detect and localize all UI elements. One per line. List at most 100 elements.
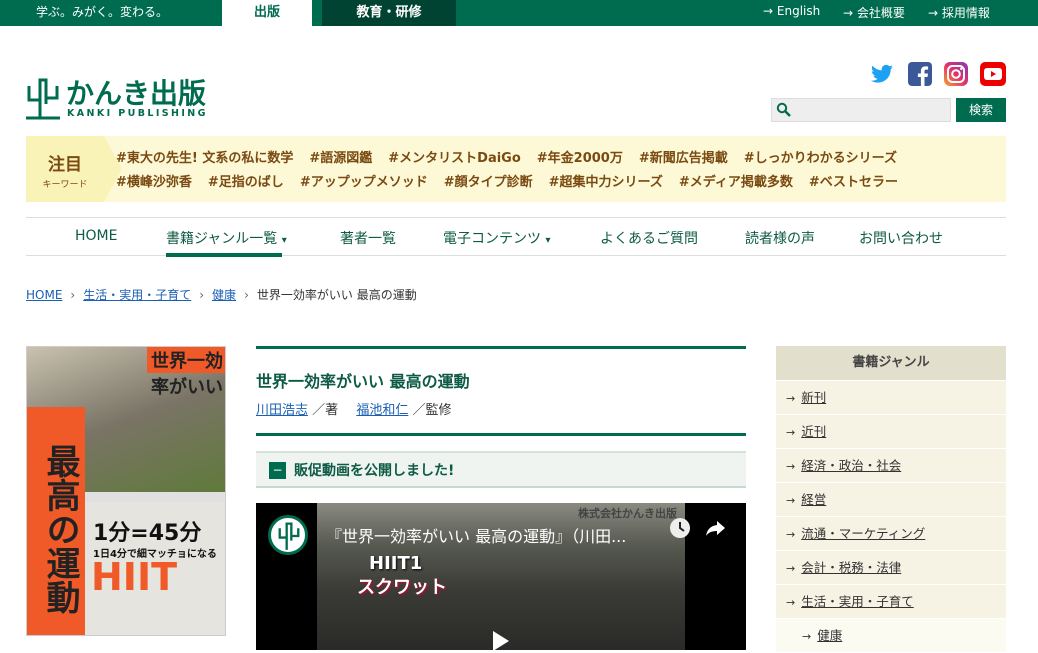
- sidebar-link[interactable]: 生活・実用・子育て: [801, 594, 914, 609]
- keyword-link[interactable]: #アップップメソッド: [300, 175, 428, 190]
- watch-later-icon[interactable]: [669, 517, 691, 539]
- tab-publishing[interactable]: 出版: [222, 0, 312, 26]
- sidebar-link[interactable]: 新刊: [801, 390, 826, 405]
- author-link[interactable]: 川田浩志: [256, 403, 308, 418]
- tagline: 学ぶ。みがく。変わる。: [36, 5, 169, 19]
- arrow-icon: →: [786, 392, 796, 405]
- sidebar-item[interactable]: → 経営: [776, 482, 1006, 516]
- cactus-logo-icon: [278, 522, 300, 550]
- play-icon[interactable]: [491, 631, 511, 650]
- link-label: English: [776, 4, 821, 18]
- breadcrumb-subcategory[interactable]: 健康: [212, 288, 236, 302]
- cover-headline: 1分=45分: [93, 521, 202, 546]
- arrow-icon: →: [786, 562, 796, 575]
- share-icon[interactable]: [704, 517, 726, 539]
- collapse-icon[interactable]: −: [269, 462, 286, 479]
- sidebar-item[interactable]: → 新刊: [776, 380, 1006, 414]
- link-recruit[interactable]: → 採用情報: [928, 4, 990, 21]
- sidebar-item[interactable]: → 近刊: [776, 414, 1006, 448]
- twitter-icon[interactable]: [870, 62, 894, 86]
- link-company[interactable]: → 会社概要: [843, 4, 905, 21]
- search-field[interactable]: [771, 98, 951, 122]
- search-icon: [776, 102, 791, 117]
- sidebar-link[interactable]: 会計・税務・法律: [801, 560, 901, 575]
- nav-active-indicator: [166, 253, 282, 257]
- video-caption-1: HIIT1: [369, 553, 423, 574]
- keyword-label-sub: キーワード: [42, 180, 88, 190]
- keyword-link[interactable]: #年金2000万: [537, 151, 623, 166]
- breadcrumb-home[interactable]: HOME: [26, 288, 62, 302]
- arrow-icon: →: [786, 426, 796, 439]
- supervisor-role: ／監修: [412, 403, 452, 418]
- channel-avatar[interactable]: [268, 515, 308, 555]
- youtube-icon[interactable]: [980, 62, 1006, 86]
- keyword-link[interactable]: #新聞広告掲載: [639, 151, 728, 166]
- chevron-right-icon: ›: [70, 288, 76, 302]
- main-nav: HOME 書籍ジャンル一覧 ▾ 著者一覧 電子コンテンツ ▾ よくあるご質問 読…: [26, 217, 1006, 257]
- keyword-banner: 注目 キーワード #東大の先生! 文系の私に数学 #語源図鑑 #メンタリストDaiG…: [26, 136, 1006, 202]
- tab-education[interactable]: 教育・研修: [322, 0, 456, 26]
- keyword-label: 注目 キーワード: [26, 136, 104, 202]
- promo-accordion[interactable]: − 販促動画を公開しました!: [256, 451, 746, 488]
- keyword-label-title: 注目: [48, 155, 82, 175]
- nav-label: 書籍ジャンル一覧: [166, 231, 278, 247]
- keyword-link[interactable]: #ベストセラー: [809, 175, 898, 190]
- nav-home[interactable]: HOME: [75, 228, 117, 244]
- facebook-icon[interactable]: [908, 62, 932, 86]
- breadcrumb: HOME › 生活・実用・子育て › 健康 › 世界一効率がいい 最高の運動: [26, 286, 417, 303]
- logo[interactable]: かんき出版 KANKI PUBLISHING: [26, 74, 226, 122]
- arrow-icon: →: [786, 596, 796, 609]
- supervisor-link[interactable]: 福池和仁: [356, 403, 408, 418]
- arrow-icon: →: [802, 630, 812, 643]
- sidebar-item[interactable]: → 流通・マーケティング: [776, 516, 1006, 550]
- nav-faq[interactable]: よくあるご質問: [600, 228, 698, 248]
- nav-label: 電子コンテンツ: [443, 231, 541, 247]
- dropdown-icon: ▾: [545, 235, 551, 246]
- instagram-icon[interactable]: [944, 62, 968, 86]
- nav-authors[interactable]: 著者一覧: [340, 228, 396, 248]
- keyword-row-2: #横峰沙弥香 #足指のばし #アップップメソッド #顔タイプ診断 #超集中力シリーズ #メ…: [116, 171, 914, 190]
- search-button[interactable]: 検索: [956, 98, 1006, 122]
- sidebar-link[interactable]: 経済・政治・社会: [801, 458, 901, 473]
- divider: [256, 346, 746, 349]
- nav-voices[interactable]: 読者様の声: [745, 228, 815, 248]
- breadcrumb-category[interactable]: 生活・実用・子育て: [83, 288, 191, 302]
- keyword-link[interactable]: #顔タイプ診断: [444, 175, 533, 190]
- sidebar-item[interactable]: → 経済・政治・社会: [776, 448, 1006, 482]
- cactus-logo-icon: [26, 78, 60, 120]
- brand-sub: KANKI PUBLISHING: [67, 108, 208, 119]
- book-title: 世界一効率がいい 最高の運動: [256, 372, 470, 391]
- sidebar-link[interactable]: 流通・マーケティング: [801, 526, 925, 541]
- sidebar-link[interactable]: 経営: [801, 492, 826, 507]
- divider: [256, 433, 746, 436]
- promo-heading: 販促動画を公開しました!: [294, 463, 455, 479]
- author-role: ／著: [312, 403, 339, 418]
- keyword-link[interactable]: #メディア掲載多数: [679, 175, 793, 190]
- keyword-link[interactable]: #語源図鑑: [309, 151, 372, 166]
- keyword-link[interactable]: #メンタリストDaiGo: [388, 151, 521, 166]
- video-title[interactable]: 『世界一効率がいい 最高の運動』（川田...: [326, 523, 676, 547]
- nav-contact[interactable]: お問い合わせ: [859, 228, 943, 248]
- arrow-icon: →: [786, 494, 796, 507]
- keyword-link[interactable]: #足指のばし: [208, 175, 284, 190]
- keyword-link[interactable]: #しっかりわかるシリーズ: [744, 151, 897, 166]
- link-label: 採用情報: [941, 6, 990, 20]
- nav-genres[interactable]: 書籍ジャンル一覧 ▾: [166, 228, 287, 248]
- video-player[interactable]: 株式会社かんき出版 HIIT1 スクワット 『世界一効率がいい 最高の運動』（川…: [256, 503, 746, 650]
- sidebar-item[interactable]: → 生活・実用・子育て: [776, 584, 1006, 618]
- video-caption-2: スクワット: [357, 577, 447, 598]
- top-bar: 学ぶ。みがく。変わる。 出版 教育・研修 → English → 会社概要 → …: [0, 0, 1038, 26]
- sidebar-link[interactable]: 近刊: [801, 424, 826, 439]
- keyword-link[interactable]: #超集中力シリーズ: [549, 175, 663, 190]
- keyword-link[interactable]: #東大の先生! 文系の私に数学: [116, 151, 293, 166]
- search-input[interactable]: [771, 98, 951, 122]
- keyword-link[interactable]: #横峰沙弥香: [116, 175, 192, 190]
- sidebar-heading: 書籍ジャンル: [776, 346, 1006, 380]
- sidebar-link[interactable]: 健康: [817, 628, 842, 643]
- nav-digital[interactable]: 電子コンテンツ ▾: [443, 228, 550, 248]
- sidebar-subitem[interactable]: → 健康: [776, 618, 1006, 652]
- dropdown-icon: ▾: [281, 235, 287, 246]
- cover-title-top: 世界一効率がいい: [147, 347, 225, 398]
- link-english[interactable]: → English: [763, 4, 820, 18]
- sidebar-item[interactable]: → 会計・税務・法律: [776, 550, 1006, 584]
